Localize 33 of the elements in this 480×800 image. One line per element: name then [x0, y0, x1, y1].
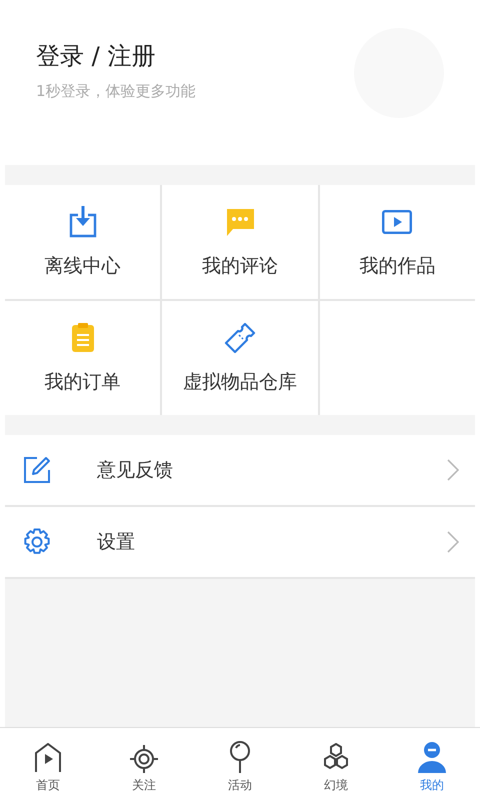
play-icon — [382, 210, 412, 234]
login-subtitle: 1秒登录，体验更多功能 — [36, 82, 196, 101]
tab[interactable]: 关注 — [96, 728, 192, 800]
user-icon — [417, 741, 447, 773]
shortcut-label: 我的订单 — [44, 370, 121, 395]
tab[interactable]: 首页 — [0, 728, 96, 800]
shortcut-label: 离线中心 — [44, 254, 121, 279]
login-title[interactable]: 登录 / 注册 — [36, 40, 196, 72]
shortcut-tile[interactable]: 我的订单 — [5, 301, 160, 415]
menu-label: 意见反馈 — [97, 458, 174, 483]
shortcut-tile[interactable]: 我的评论 — [162, 185, 318, 299]
tab[interactable]: 活动 — [192, 728, 288, 800]
ticket-icon — [224, 322, 256, 354]
clipboard-icon — [70, 323, 95, 353]
shortcut-label: 我的评论 — [202, 254, 278, 279]
tab[interactable]: 幻境 — [288, 728, 384, 800]
download-icon — [68, 206, 97, 238]
tab[interactable]: 我的 — [384, 728, 480, 800]
shortcut-tile[interactable]: 离线中心 — [5, 185, 160, 299]
shortcut-tile[interactable]: 我的作品 — [320, 185, 475, 299]
home-icon — [35, 743, 61, 773]
shortcut-tile[interactable]: 虚拟物品仓库 — [162, 301, 318, 415]
balloon-icon — [229, 741, 251, 773]
chat-icon — [224, 208, 255, 236]
menu-row[interactable]: 意见反馈 — [5, 435, 475, 507]
settings-icon — [23, 528, 51, 556]
menu-label: 设置 — [97, 530, 136, 555]
target-icon — [130, 745, 158, 773]
shortcut-label: 我的作品 — [359, 254, 436, 279]
chevron-icon — [447, 531, 459, 553]
edit-icon — [23, 456, 51, 484]
chevron-icon — [447, 459, 459, 481]
shortcut-label: 虚拟物品仓库 — [182, 370, 297, 395]
